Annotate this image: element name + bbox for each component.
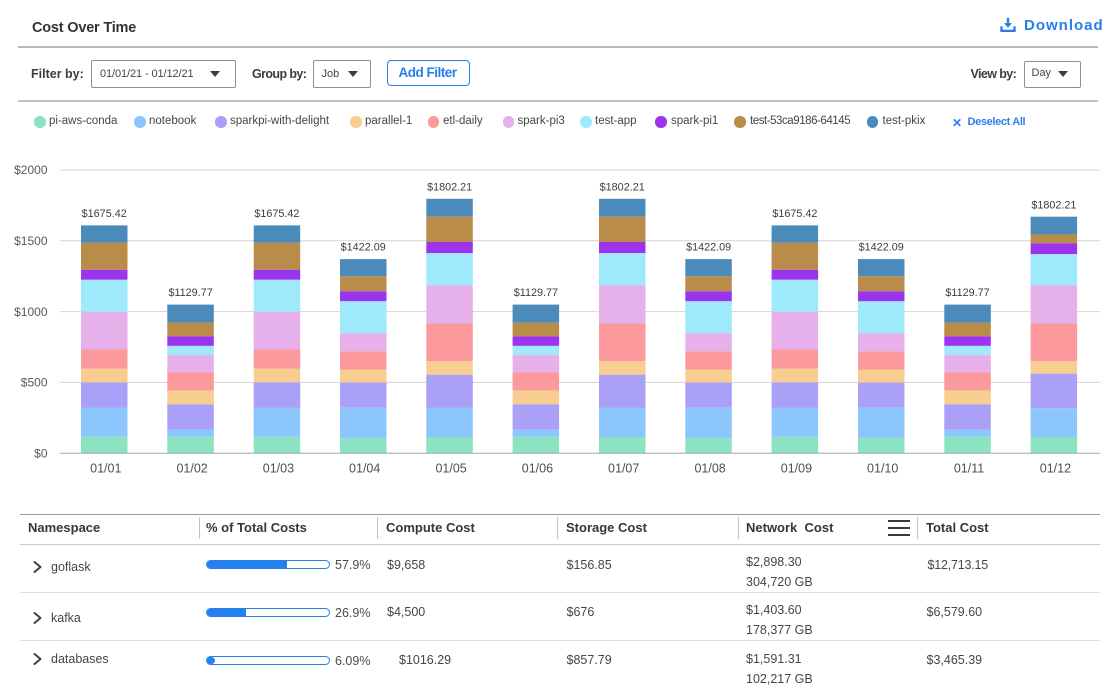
svg-text:$0: $0: [34, 446, 48, 460]
svg-text:01/11: 01/11: [954, 462, 984, 476]
svg-text:$1675.42: $1675.42: [82, 208, 127, 220]
svg-text:$500: $500: [21, 376, 48, 390]
svg-text:01/09: 01/09: [781, 462, 812, 476]
svg-text:$1422.09: $1422.09: [341, 242, 386, 254]
svg-text:$1129.77: $1129.77: [168, 287, 212, 299]
svg-text:$1129.77: $1129.77: [514, 287, 558, 299]
svg-text:01/06: 01/06: [522, 462, 553, 476]
svg-text:$1675.42: $1675.42: [254, 208, 299, 220]
svg-text:01/07: 01/07: [608, 462, 639, 476]
svg-text:01/03: 01/03: [263, 462, 294, 476]
svg-text:$1000: $1000: [14, 305, 48, 319]
svg-text:$1802.21: $1802.21: [1031, 199, 1076, 211]
svg-text:01/08: 01/08: [694, 462, 725, 476]
svg-text:01/12: 01/12: [1040, 462, 1071, 476]
svg-text:$1675.42: $1675.42: [772, 208, 817, 220]
svg-text:01/02: 01/02: [176, 462, 207, 476]
svg-text:$1129.77: $1129.77: [945, 287, 989, 299]
svg-text:$1422.09: $1422.09: [859, 242, 904, 254]
svg-text:$2000: $2000: [14, 163, 48, 177]
svg-text:01/01: 01/01: [90, 462, 121, 476]
svg-text:$1422.09: $1422.09: [686, 242, 731, 254]
svg-text:$1802.21: $1802.21: [427, 181, 472, 193]
svg-text:$1500: $1500: [14, 234, 48, 248]
svg-text:01/04: 01/04: [349, 462, 380, 476]
svg-text:01/05: 01/05: [435, 462, 466, 476]
svg-text:$1802.21: $1802.21: [600, 181, 645, 193]
svg-text:01/10: 01/10: [867, 462, 898, 476]
